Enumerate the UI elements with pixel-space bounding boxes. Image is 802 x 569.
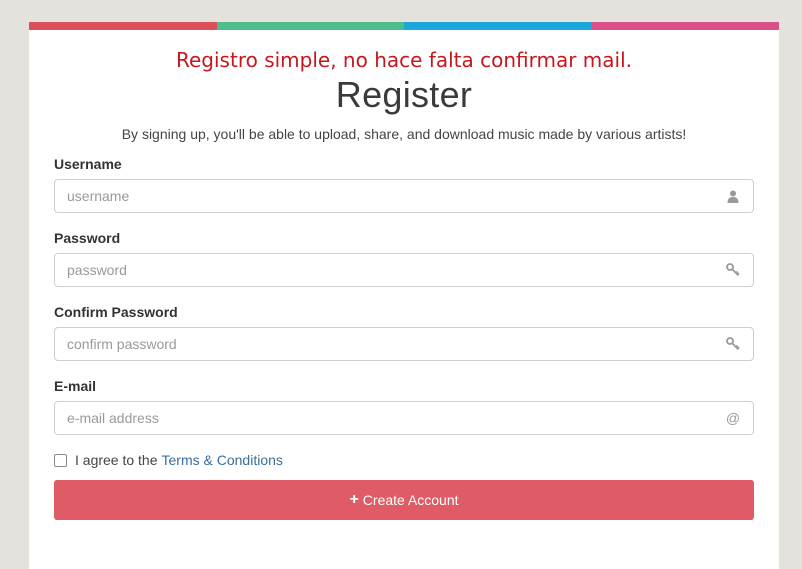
email-input[interactable] (55, 402, 707, 434)
plus-icon: + (349, 491, 359, 508)
strip-segment-green (216, 22, 404, 30)
create-account-label: Create Account (362, 492, 459, 508)
password-label: Password (54, 230, 121, 246)
page-subtitle: By signing up, you'll be able to upload,… (121, 126, 687, 142)
email-field-wrapper: @ (54, 401, 754, 435)
create-account-button[interactable]: + Create Account (54, 480, 754, 520)
username-field-wrapper (54, 179, 754, 213)
username-input[interactable] (55, 180, 707, 212)
strip-segment-red (29, 22, 217, 30)
confirm-password-label: Confirm Password (54, 304, 178, 320)
strip-segment-pink (591, 22, 779, 30)
color-strip (29, 22, 779, 30)
password-input[interactable] (55, 254, 707, 286)
password-field-wrapper (54, 253, 754, 287)
username-label: Username (54, 156, 122, 172)
terms-checkbox[interactable] (54, 453, 67, 467)
register-panel: Registro simple, no hace falta confirmar… (29, 22, 779, 569)
strip-segment-blue (404, 22, 592, 30)
key-icon (725, 262, 741, 278)
terms-link[interactable]: Terms & Conditions (162, 452, 283, 468)
page-title: Register (335, 74, 473, 115)
key-icon (725, 336, 741, 352)
user-icon (725, 188, 741, 204)
terms-prefix: I agree to the (75, 452, 158, 468)
email-label: E-mail (54, 378, 97, 394)
confirm-password-input[interactable] (55, 328, 707, 360)
annotation-text: Registro simple, no hace falta confirmar… (176, 48, 632, 72)
at-icon: @ (725, 410, 741, 426)
confirm-password-field-wrapper (54, 327, 754, 361)
terms-row: I agree to the Terms & Conditions (54, 452, 283, 468)
